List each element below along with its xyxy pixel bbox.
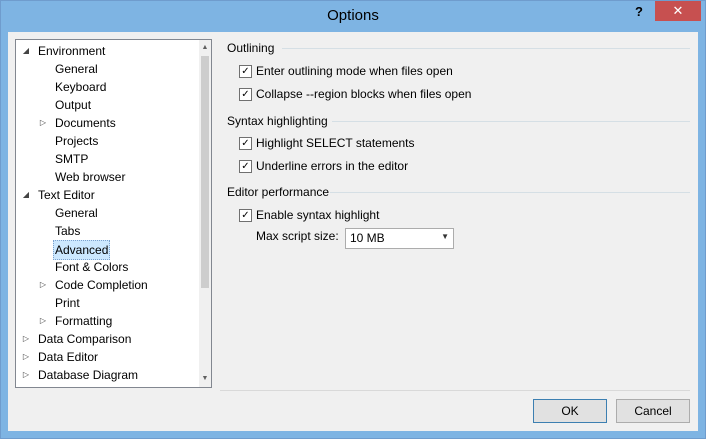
check-icon[interactable]: ✓ bbox=[239, 137, 252, 150]
performance-header: Editor performance bbox=[227, 185, 330, 199]
tree-item[interactable]: ▷ Database Diagram bbox=[16, 366, 198, 384]
help-button[interactable]: ? bbox=[631, 4, 647, 22]
options-tree[interactable]: ◢ Environment General Keyboard Output ▷ Docume… bbox=[15, 39, 212, 388]
tree-item-label: SMTP bbox=[55, 152, 89, 166]
tree-item[interactable]: ▷ Data Editor bbox=[16, 348, 198, 366]
chevron-down-icon[interactable]: ▼ bbox=[441, 232, 449, 241]
check-icon[interactable]: ✓ bbox=[239, 209, 252, 222]
max-script-size-select[interactable]: 10 MB ▼ bbox=[345, 228, 454, 249]
tree-item-label: Font & Colors bbox=[55, 260, 129, 274]
cancel-button[interactable]: Cancel bbox=[616, 399, 690, 423]
tree-item-label: Print bbox=[55, 296, 80, 310]
tree-item[interactable]: ◢ Environment bbox=[16, 42, 198, 60]
outlining-header: Outlining bbox=[227, 41, 275, 55]
tree-scrollbar[interactable]: ▲ ▼ bbox=[199, 40, 211, 387]
tree-item-label: Documents bbox=[55, 116, 116, 130]
close-button[interactable]: ✕ bbox=[655, 1, 701, 21]
tree-item[interactable]: Web browser bbox=[16, 168, 198, 186]
tree-item[interactable]: Projects bbox=[16, 132, 198, 150]
dialog-body: ◢ Environment General Keyboard Output ▷ Docume… bbox=[8, 32, 698, 431]
tree-item-label: Tabs bbox=[55, 224, 81, 238]
tree-item[interactable]: General bbox=[16, 204, 198, 222]
tree-item[interactable]: ▷ Documents bbox=[16, 114, 198, 132]
tree-item-label: Projects bbox=[55, 134, 99, 148]
tree-item[interactable]: Keyboard bbox=[16, 78, 198, 96]
tree-item-label: Database Diagram bbox=[38, 368, 139, 382]
expand-closed-icon[interactable]: ▷ bbox=[38, 312, 48, 330]
scroll-down-icon[interactable]: ▼ bbox=[199, 373, 211, 385]
tree-item-label: Formatting bbox=[55, 314, 113, 328]
tree-item[interactable]: ◢ Text Editor bbox=[16, 186, 198, 204]
tree-item[interactable]: Font & Colors bbox=[16, 258, 198, 276]
expand-closed-icon[interactable]: ▷ bbox=[21, 366, 31, 384]
tree-item-label: Advanced bbox=[53, 240, 111, 260]
tree-item[interactable]: Advanced bbox=[16, 240, 198, 260]
outlining-divider bbox=[282, 48, 690, 49]
check-icon[interactable]: ✓ bbox=[239, 88, 252, 101]
expand-closed-icon[interactable]: ▷ bbox=[21, 330, 31, 348]
expand-open-icon[interactable]: ◢ bbox=[21, 186, 31, 204]
expand-closed-icon[interactable]: ▷ bbox=[21, 348, 31, 366]
tree-item-label: Text Editor bbox=[38, 188, 95, 202]
footer-divider bbox=[220, 390, 690, 391]
max-script-size-label: Max script size: bbox=[256, 229, 339, 243]
options-dialog: Options ? ✕ ◢ Environment General Keyboard O… bbox=[0, 0, 706, 439]
tree-item[interactable]: ▷ Formatting bbox=[16, 312, 198, 330]
title-bar[interactable]: Options ? ✕ bbox=[1, 1, 705, 32]
tree-item[interactable]: Tabs bbox=[16, 222, 198, 240]
highlight-select-label: Highlight SELECT statements bbox=[256, 136, 415, 150]
tree-item-label: Environment bbox=[38, 44, 106, 58]
check-icon[interactable]: ✓ bbox=[239, 160, 252, 173]
tree-item-label: General bbox=[55, 62, 98, 76]
collapse-region-label: Collapse --region blocks when files open bbox=[256, 87, 472, 101]
max-script-size-value: 10 MB bbox=[350, 231, 385, 245]
scroll-up-icon[interactable]: ▲ bbox=[199, 42, 211, 54]
tree-item-label: General bbox=[55, 206, 98, 220]
tree-item[interactable]: SMTP bbox=[16, 150, 198, 168]
tree-item[interactable]: Output bbox=[16, 96, 198, 114]
tree-item-label: Keyboard bbox=[55, 80, 107, 94]
underline-errors-label: Underline errors in the editor bbox=[256, 159, 409, 173]
expand-closed-icon[interactable]: ▷ bbox=[38, 114, 48, 132]
check-icon[interactable]: ✓ bbox=[239, 65, 252, 78]
tree-item[interactable]: ▷ Code Completion bbox=[16, 276, 198, 294]
tree-item-label: Data Comparison bbox=[38, 332, 132, 346]
expand-open-icon[interactable]: ◢ bbox=[21, 42, 31, 60]
tree-item[interactable]: ▷ Data Comparison bbox=[16, 330, 198, 348]
tree-item-label: Data Editor bbox=[38, 350, 99, 364]
tree-item[interactable]: Print bbox=[16, 294, 198, 312]
ok-button[interactable]: OK bbox=[533, 399, 607, 423]
enable-syntax-label: Enable syntax highlight bbox=[256, 208, 380, 222]
performance-divider bbox=[330, 192, 690, 193]
syntax-header: Syntax highlighting bbox=[227, 114, 328, 128]
enter-outlining-label: Enter outlining mode when files open bbox=[256, 64, 453, 78]
window-title: Options bbox=[327, 7, 379, 24]
expand-closed-icon[interactable]: ▷ bbox=[38, 276, 48, 294]
tree-item[interactable]: General bbox=[16, 60, 198, 78]
tree-item-label: Output bbox=[55, 98, 92, 112]
scroll-thumb[interactable] bbox=[201, 56, 209, 288]
tree-item-label: Web browser bbox=[55, 170, 126, 184]
tree-item-label: Code Completion bbox=[55, 278, 148, 292]
syntax-divider bbox=[332, 121, 690, 122]
